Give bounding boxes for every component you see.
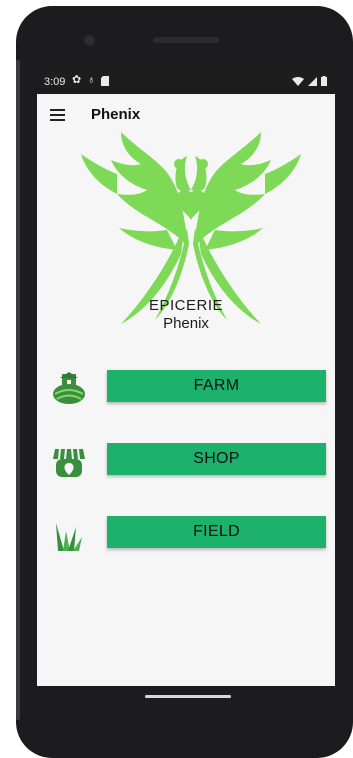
status-time: 3:09 <box>44 76 66 88</box>
app-title: Phenix <box>91 106 141 123</box>
status-icons-left: ✿ ♁ <box>72 74 110 86</box>
shop-icon <box>53 448 85 477</box>
farm-icon <box>53 372 85 404</box>
sd-card-icon <box>101 75 110 86</box>
home-gesture-bar[interactable] <box>145 695 231 698</box>
battery-icon <box>321 76 327 86</box>
logo-text-epicerie: EPICERIE <box>148 297 224 314</box>
grass-icon <box>56 523 82 551</box>
phone-side-edge <box>16 60 20 720</box>
signal-icon <box>308 76 317 86</box>
field-button[interactable]: FIELD <box>107 516 326 548</box>
app-screen: 3:09 ✿ ♁ Phenix EPICERIE Phenix FARM SHO… <box>37 72 335 686</box>
front-camera <box>84 35 95 46</box>
earpiece-speaker <box>153 37 219 43</box>
farm-button[interactable]: FARM <box>107 370 326 402</box>
logo-text-phenix: Phenix <box>163 315 209 332</box>
shop-button[interactable]: SHOP <box>107 443 326 475</box>
status-icons-right <box>292 76 327 86</box>
settings-gear-icon: ✿ <box>72 74 82 86</box>
accessibility-icon: ♁ <box>87 74 96 86</box>
wifi-icon <box>292 76 304 86</box>
status-bar: 3:09 ✿ ♁ <box>37 72 335 94</box>
hamburger-menu-icon[interactable] <box>50 109 65 121</box>
